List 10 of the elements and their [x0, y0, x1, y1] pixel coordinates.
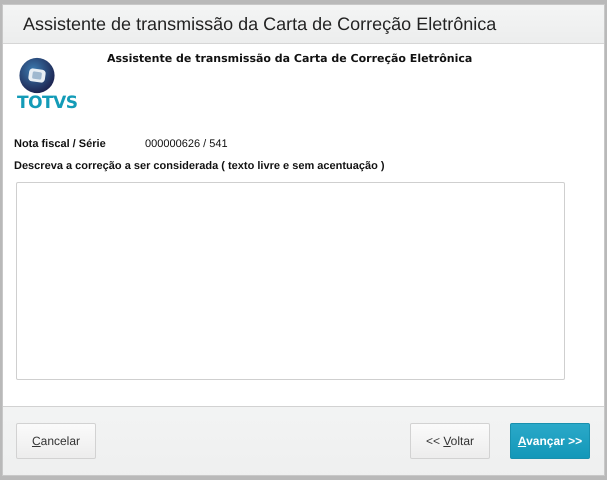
invoice-value: 000000626 / 541	[145, 138, 228, 150]
logo-icon	[17, 57, 57, 94]
wizard-heading: Assistente de transmissão da Carta de Correção Eletrônica	[107, 52, 472, 67]
back-button[interactable]: << Voltar	[410, 423, 490, 459]
invoice-label: Nota fiscal / Série	[14, 138, 107, 150]
correction-label: Descreva a correção a ser considerada ( texto livre e sem acentuação )	[14, 160, 386, 172]
logo-text: TOTVS	[17, 95, 78, 112]
cancel-button[interactable]: Cancelar	[16, 423, 96, 459]
window-title: Assistente de transmissão da Carta de Correção Eletrônica	[23, 14, 496, 34]
correction-field[interactable]	[16, 182, 565, 380]
